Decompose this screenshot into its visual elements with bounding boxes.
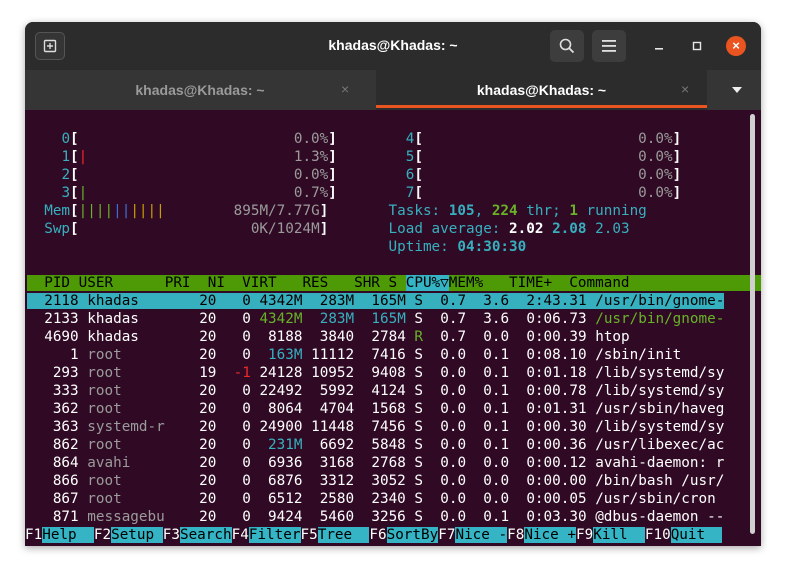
tab-2-label: khadas@Khadas: ~: [476, 82, 607, 98]
table-row[interactable]: 871 messagebu 20 0 9424 5460 3256 S 0.0 …: [27, 508, 725, 526]
fkey-quit[interactable]: F10Quit: [645, 527, 723, 543]
sort-column-cpu: CPU%▽: [405, 275, 449, 291]
tab-1[interactable]: khadas@Khadas: ~ ×: [25, 70, 375, 110]
table-row[interactable]: 2133 khadas 20 0 4342M 283M 165M S 0.7 3…: [27, 310, 724, 328]
table-row[interactable]: 2118 khadas 20 0 4342M 283M 165M S 0.7 3…: [27, 292, 725, 310]
cpu-meter-5: 5[ 0.0%]: [405, 149, 682, 165]
table-row[interactable]: 862 root 20 0 231M 6692 5848 S 0.0 0.1 0…: [27, 436, 725, 454]
table-row[interactable]: 866 root 20 0 6876 3312 3052 S 0.0 0.0 0…: [27, 472, 725, 490]
tabs-dropdown-button[interactable]: [732, 82, 742, 96]
chevron-down-icon: [732, 87, 742, 93]
table-row[interactable]: 867 root 20 0 6512 2580 2340 S 0.0 0.0 0…: [27, 490, 716, 508]
cpu-meter-6: 6[ 0.0%]: [405, 167, 682, 183]
uptime: Uptime: 04:30:30: [388, 239, 527, 255]
fkey-search[interactable]: F3Search: [163, 527, 232, 543]
scrollbar[interactable]: [750, 114, 755, 534]
cpu-meter-4: 4[ 0.0%]: [405, 131, 682, 147]
search-icon: [559, 38, 575, 54]
table-row[interactable]: 363 systemd-r 20 0 24900 11448 7456 S 0.…: [27, 418, 725, 436]
table-row[interactable]: 4690 khadas 20 0 8188 3840 2784 R 0.7 0.…: [27, 328, 629, 346]
fkey-nice-plus[interactable]: F8Nice +: [507, 527, 576, 543]
tab-2[interactable]: khadas@Khadas: ~ ×: [376, 70, 707, 110]
minimize-icon: [655, 48, 663, 50]
fkey-sortby[interactable]: F6SortBy: [369, 527, 439, 543]
process-table-header[interactable]: PID USER PRI NI VIRT RES SHR S CPU%▽MEM%…: [27, 274, 761, 292]
function-key-bar: F1Help F2Setup F3SearchF4FilterF5Tree F6…: [25, 526, 723, 544]
hamburger-icon: [602, 40, 616, 52]
fkey-help[interactable]: F1Help: [25, 527, 94, 543]
minimize-button[interactable]: [649, 36, 669, 56]
maximize-button[interactable]: [687, 36, 707, 56]
fkey-nice-minus[interactable]: F7Nice -: [438, 527, 508, 543]
table-row[interactable]: 333 root 20 0 22492 5992 4124 S 0.0 0.1 …: [27, 382, 725, 400]
menu-button[interactable]: [592, 30, 626, 62]
fkey-setup[interactable]: F2Setup: [94, 527, 163, 543]
cpu-meter-7: 7[ 0.0%]: [405, 185, 682, 201]
table-row[interactable]: 362 root 20 0 8064 4704 1568 S 0.0 0.1 0…: [27, 400, 725, 418]
terminal-content[interactable]: 0[ 0.0%] 1[| 1.3%] 2[ 0.0%] 3[| 0.7%] Me…: [25, 110, 761, 546]
active-tab-indicator: [376, 105, 707, 108]
search-button[interactable]: [550, 30, 584, 62]
table-row[interactable]: 864 avahi 20 0 6936 3168 2768 S 0.0 0.0 …: [27, 454, 725, 472]
terminal-window: khadas@Khadas: ~ × khadas@Khadas: ~ × kh…: [25, 22, 761, 546]
fkey-tree[interactable]: F5Tree: [301, 527, 370, 543]
tasks-summary: Tasks: 105, 224 thr; 1 running: [388, 203, 647, 219]
tab-2-close-icon[interactable]: ×: [681, 81, 689, 97]
title-bar: khadas@Khadas: ~ ×: [25, 22, 761, 70]
maximize-icon: [692, 41, 702, 51]
tab-1-close-icon[interactable]: ×: [341, 81, 349, 97]
fkey-kill[interactable]: F9Kill: [576, 527, 645, 543]
fkey-filter[interactable]: F4Filter: [232, 527, 301, 543]
load-average: Load average: 2.02 2.08 2.03: [388, 221, 630, 237]
close-button[interactable]: ×: [726, 36, 746, 56]
table-row[interactable]: 293 root 19 -1 24128 10952 9408 S 0.0 0.…: [27, 364, 725, 382]
close-icon: ×: [732, 38, 740, 53]
tab-bar: khadas@Khadas: ~ × khadas@Khadas: ~ ×: [25, 70, 761, 110]
table-row[interactable]: 1 root 20 0 163M 11112 7416 S 0.0 0.1 0:…: [27, 346, 681, 364]
tab-1-label: khadas@Khadas: ~: [135, 82, 265, 98]
